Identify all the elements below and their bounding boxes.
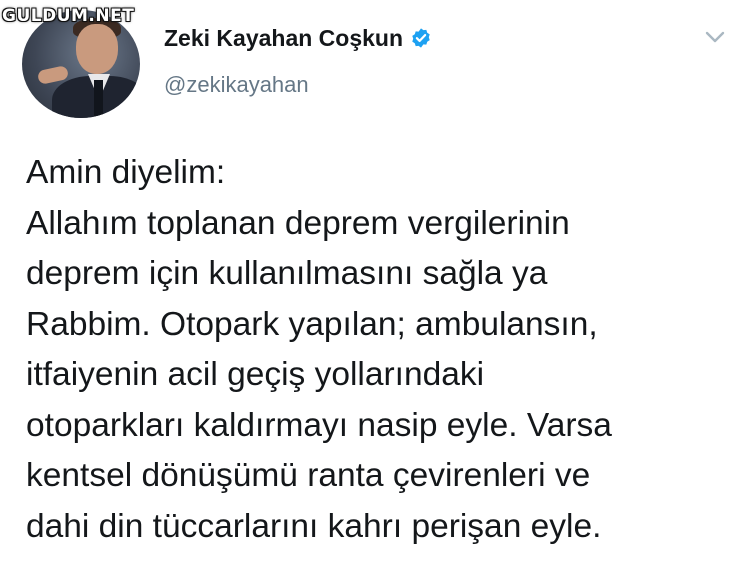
author-name-row[interactable]: Zeki Kayahan Coşkun bbox=[164, 20, 432, 56]
author-handle[interactable]: @zekikayahan bbox=[164, 72, 309, 98]
avatar[interactable] bbox=[22, 10, 140, 118]
avatar-tie bbox=[94, 80, 103, 118]
verified-badge-icon bbox=[410, 27, 432, 49]
watermark-logo: GULDUM.NET bbox=[2, 6, 135, 26]
avatar-head bbox=[76, 24, 118, 74]
tweet-text: Amin diyelim: Allahım toplanan deprem ve… bbox=[26, 154, 612, 545]
author-display-name[interactable]: Zeki Kayahan Coşkun bbox=[164, 25, 403, 52]
chevron-down-icon[interactable] bbox=[702, 24, 728, 50]
